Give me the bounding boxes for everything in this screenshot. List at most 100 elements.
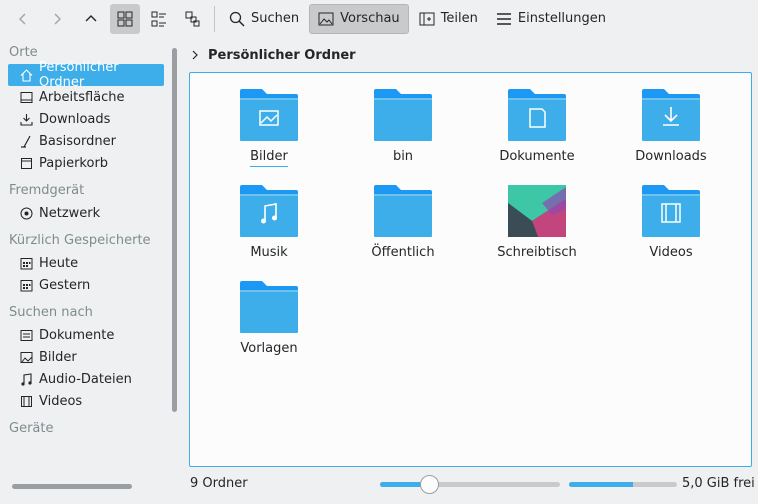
folder-thumbnail <box>240 281 298 333</box>
sidebar-item-documents[interactable]: Dokumente <box>8 324 164 346</box>
chevron-up-icon <box>85 14 97 21</box>
search-icon <box>229 11 245 27</box>
sidebar-item-label: Dokumente <box>39 327 115 343</box>
sidebar-item-home[interactable]: Persönlicher Ordner <box>8 60 164 90</box>
search-button[interactable]: Suchen <box>221 4 307 34</box>
sidebar-item-audio[interactable]: Audio-Dateien <box>8 368 164 390</box>
folder-icon <box>374 185 432 237</box>
folder-name: Dokumente <box>499 149 575 164</box>
details-view-icon <box>185 11 200 26</box>
folder-icon <box>642 185 700 237</box>
folder-item[interactable]: Schreibtisch <box>482 171 592 261</box>
folder-name: Schreibtisch <box>497 245 577 260</box>
sidebar-group-remote: Fremdgerät <box>9 182 85 198</box>
folder-thumbnail <box>374 89 432 141</box>
trash-icon <box>20 157 33 170</box>
sidebar-item-root[interactable]: Basisordner <box>8 130 164 152</box>
toolbar: Suchen Vorschau Teilen Einstellungen <box>0 0 758 37</box>
folder-thumbnail <box>240 89 298 141</box>
sidebar-item-label: Videos <box>39 393 83 409</box>
sidebar-item-label: Persönlicher Ordner <box>39 60 119 90</box>
settings-button[interactable]: Einstellungen <box>488 4 614 34</box>
hamburger-menu-icon <box>496 12 511 25</box>
image-icon <box>318 12 334 25</box>
calendar-icon <box>20 257 33 270</box>
chevron-right-icon <box>192 50 198 60</box>
home-icon <box>20 68 33 82</box>
folder-name: bin <box>392 149 414 164</box>
folder-item[interactable]: Vorlagen <box>214 267 324 357</box>
sidebar-item-label: Basisordner <box>39 133 116 149</box>
folder-name: Musik <box>250 245 288 260</box>
calendar-icon <box>20 279 33 292</box>
sidebar-group-recent: Kürzlich Gespeicherte <box>9 232 151 248</box>
folder-item[interactable]: Dokumente <box>482 75 592 165</box>
folder-icon <box>642 89 700 141</box>
network-icon <box>20 207 33 220</box>
folder-name: Bilder <box>250 149 288 167</box>
file-view[interactable]: Bilder bin Dokumente Downloads Musik Öffentli… <box>189 72 752 467</box>
back-button[interactable] <box>8 4 38 34</box>
toolbar-separator <box>214 5 215 32</box>
compact-view-button[interactable] <box>144 4 174 34</box>
documents-icon <box>20 329 33 342</box>
breadcrumb-current[interactable]: Persönlicher Ordner <box>208 48 356 63</box>
split-button[interactable]: Teilen <box>411 4 486 34</box>
sidebar-item-trash[interactable]: Papierkorb <box>8 152 164 174</box>
folder-icon <box>240 185 298 237</box>
sidebar-item-label: Gestern <box>39 277 91 293</box>
chevron-right-icon <box>54 13 61 24</box>
places-sidebar: Orte Persönlicher Ordner Arbeitsfläche D… <box>0 40 170 480</box>
up-button[interactable] <box>76 4 106 34</box>
icons-view-icon <box>117 11 133 26</box>
desktop-icon <box>20 91 33 104</box>
settings-label: Einstellungen <box>517 11 607 26</box>
folder-thumbnail <box>642 89 700 141</box>
folder-item[interactable]: bin <box>348 75 458 165</box>
wallpaper-thumbnail <box>508 185 566 237</box>
breadcrumb: Persönlicher Ordner <box>190 44 356 66</box>
folder-item[interactable]: Musik <box>214 171 324 261</box>
folder-thumbnail <box>240 185 298 237</box>
video-icon <box>20 395 33 408</box>
folder-name: Vorlagen <box>240 341 298 356</box>
sidebar-item-downloads[interactable]: Downloads <box>8 108 164 130</box>
folder-icon <box>508 89 566 141</box>
folder-thumbnail <box>508 89 566 141</box>
sidebar-group-devices: Geräte <box>9 420 54 436</box>
free-space-bar <box>569 482 677 487</box>
preview-button[interactable]: Vorschau <box>309 3 409 34</box>
sidebar-group-search: Suchen nach <box>9 304 93 320</box>
sidebar-item-today[interactable]: Heute <box>8 252 164 274</box>
sidebar-item-images[interactable]: Bilder <box>8 346 164 368</box>
folder-name: Videos <box>649 245 693 260</box>
sidebar-scrollbar[interactable] <box>172 48 177 412</box>
audio-icon <box>20 372 33 386</box>
folder-icon <box>240 89 298 141</box>
folder-name: Öffentlich <box>371 245 435 260</box>
folder-item[interactable]: Downloads <box>616 75 726 165</box>
search-label: Suchen <box>251 11 300 26</box>
folder-name: Downloads <box>635 149 707 164</box>
folder-item[interactable]: Videos <box>616 171 726 261</box>
details-view-button[interactable] <box>178 4 208 34</box>
preview-label: Vorschau <box>340 11 400 26</box>
sidebar-item-yesterday[interactable]: Gestern <box>8 274 164 296</box>
root-folder-icon <box>20 135 33 148</box>
folder-item[interactable]: Öffentlich <box>348 171 458 261</box>
sidebar-item-label: Bilder <box>39 349 77 365</box>
folder-thumbnail <box>508 185 566 237</box>
folder-icon <box>374 89 432 141</box>
sidebar-item-videos[interactable]: Videos <box>8 390 164 412</box>
sidebar-horizontal-scrollbar[interactable] <box>12 484 132 489</box>
folder-thumbnail <box>642 185 700 237</box>
folder-item[interactable]: Bilder <box>214 75 324 167</box>
sidebar-item-label: Arbeitsfläche <box>39 89 125 105</box>
zoom-slider[interactable] <box>380 482 560 487</box>
icons-view-button[interactable] <box>110 3 140 34</box>
split-label: Teilen <box>440 11 478 26</box>
forward-button[interactable] <box>42 4 72 34</box>
split-view-icon <box>419 12 435 25</box>
zoom-slider-handle[interactable] <box>420 475 440 494</box>
sidebar-item-network[interactable]: Netzwerk <box>8 202 164 224</box>
